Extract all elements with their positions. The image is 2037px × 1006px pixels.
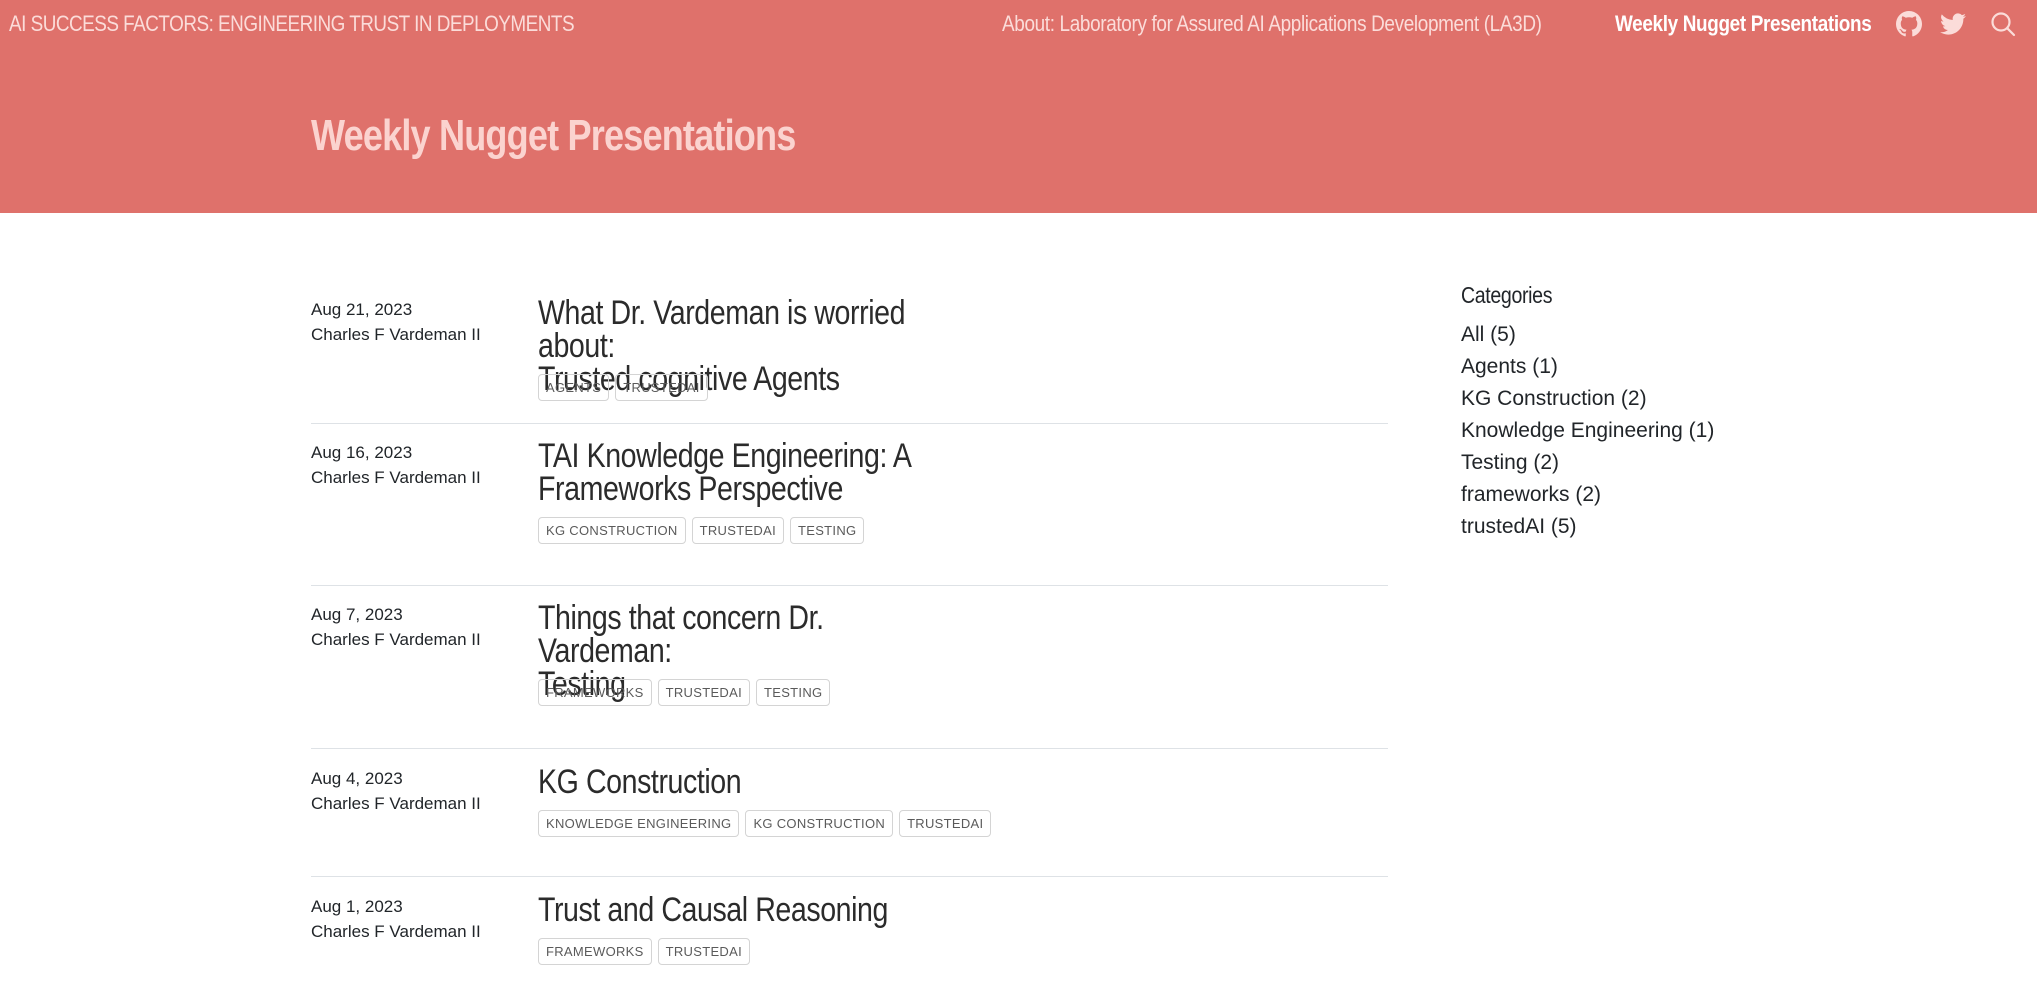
post-meta: Aug 7, 2023 Charles F Vardeman II	[311, 602, 481, 652]
post-tags: KG CONSTRUCTION TRUSTEDAI TESTING	[538, 517, 865, 544]
category-tag[interactable]: TRUSTEDAI	[899, 810, 992, 837]
title-banner: Weekly Nugget Presentations	[0, 50, 2037, 213]
post-title-line: Frameworks Perspective	[538, 470, 844, 508]
post-meta: Aug 21, 2023 Charles F Vardeman II	[311, 297, 481, 347]
category-link-all[interactable]: All (5)	[1461, 319, 1861, 351]
post-tags: FRAMEWORKS TRUSTEDAI	[538, 938, 750, 965]
list-item[interactable]: Aug 16, 2023 Charles F Vardeman II TAI K…	[311, 424, 1388, 586]
post-author: Charles F Vardeman II	[311, 922, 481, 941]
list-item[interactable]: Aug 1, 2023 Charles F Vardeman II Trust …	[311, 877, 1388, 997]
post-author: Charles F Vardeman II	[311, 630, 481, 649]
post-tags: KNOWLEDGE ENGINEERING KG CONSTRUCTION TR…	[538, 810, 992, 837]
post-meta: Aug 16, 2023 Charles F Vardeman II	[311, 440, 481, 490]
post-title[interactable]: KG Construction	[538, 763, 958, 801]
category-tag[interactable]: FRAMEWORKS	[538, 679, 652, 706]
twitter-icon[interactable]	[1940, 11, 1966, 37]
post-date: Aug 7, 2023	[311, 605, 403, 624]
category-tag[interactable]: FRAMEWORKS	[538, 938, 652, 965]
post-date: Aug 16, 2023	[311, 443, 413, 462]
post-listing: Aug 21, 2023 Charles F Vardeman II What …	[311, 280, 1388, 997]
list-item[interactable]: Aug 21, 2023 Charles F Vardeman II What …	[311, 280, 1388, 424]
post-author: Charles F Vardeman II	[311, 794, 481, 813]
category-tag[interactable]: TRUSTEDAI	[657, 938, 750, 965]
post-title-line: What Dr. Vardeman is worried about:	[538, 294, 906, 365]
category-link-kg-construction[interactable]: KG Construction (2)	[1461, 383, 1861, 415]
categories-sidebar: Categories All (5) Agents (1) KG Constru…	[1461, 282, 1861, 543]
site-brand-link[interactable]: AI SUCCESS FACTORS: ENGINEERING TRUST IN…	[9, 11, 575, 37]
category-tag[interactable]: TRUSTEDAI	[657, 679, 750, 706]
page-title: Weekly Nugget Presentations	[311, 111, 796, 160]
post-meta: Aug 4, 2023 Charles F Vardeman II	[311, 766, 481, 816]
category-tag[interactable]: TRUSTEDAI	[615, 374, 708, 401]
post-tags: AGENTS TRUSTEDAI	[538, 374, 708, 401]
post-title-line: Things that concern Dr. Vardeman:	[538, 599, 824, 670]
post-title-line: KG Construction	[538, 763, 742, 801]
post-title-line: Trust and Causal Reasoning	[538, 891, 888, 929]
search-icon[interactable]	[1990, 11, 2016, 37]
categories-heading: Categories	[1461, 282, 1553, 308]
category-link-knowledge-engineering[interactable]: Knowledge Engineering (1)	[1461, 415, 1861, 447]
post-author: Charles F Vardeman II	[311, 468, 481, 487]
category-link-testing[interactable]: Testing (2)	[1461, 447, 1861, 479]
post-author: Charles F Vardeman II	[311, 325, 481, 344]
post-title[interactable]: TAI Knowledge Engineering: A Frameworks …	[538, 437, 958, 508]
github-icon[interactable]	[1896, 11, 1922, 37]
post-tags: FRAMEWORKS TRUSTEDAI TESTING	[538, 679, 831, 706]
category-link-agents[interactable]: Agents (1)	[1461, 351, 1861, 383]
category-tag[interactable]: KNOWLEDGE ENGINEERING	[538, 810, 740, 837]
category-link-frameworks[interactable]: frameworks (2)	[1461, 479, 1861, 511]
category-link-trustedai[interactable]: trustedAI (5)	[1461, 511, 1861, 543]
post-title[interactable]: Trust and Causal Reasoning	[538, 891, 958, 929]
category-tag[interactable]: KG CONSTRUCTION	[538, 517, 686, 544]
list-item[interactable]: Aug 7, 2023 Charles F Vardeman II Things…	[311, 586, 1388, 749]
post-meta: Aug 1, 2023 Charles F Vardeman II	[311, 894, 481, 944]
list-item[interactable]: Aug 4, 2023 Charles F Vardeman II KG Con…	[311, 749, 1388, 877]
category-tag[interactable]: KG CONSTRUCTION	[745, 810, 894, 837]
category-tag[interactable]: TRUSTEDAI	[691, 517, 784, 544]
nav-link-about[interactable]: About: Laboratory for Assured AI Applica…	[1002, 11, 1542, 37]
post-date: Aug 4, 2023	[311, 769, 403, 788]
post-date: Aug 1, 2023	[311, 897, 403, 916]
post-date: Aug 21, 2023	[311, 300, 413, 319]
category-tag[interactable]: AGENTS	[538, 374, 610, 401]
post-title-line: TAI Knowledge Engineering: A	[538, 437, 912, 475]
top-navbar: AI SUCCESS FACTORS: ENGINEERING TRUST IN…	[0, 0, 2037, 50]
category-tag[interactable]: TESTING	[790, 517, 865, 544]
nav-link-weekly-nuggets[interactable]: Weekly Nugget Presentations	[1615, 11, 1872, 37]
category-tag[interactable]: TESTING	[756, 679, 831, 706]
